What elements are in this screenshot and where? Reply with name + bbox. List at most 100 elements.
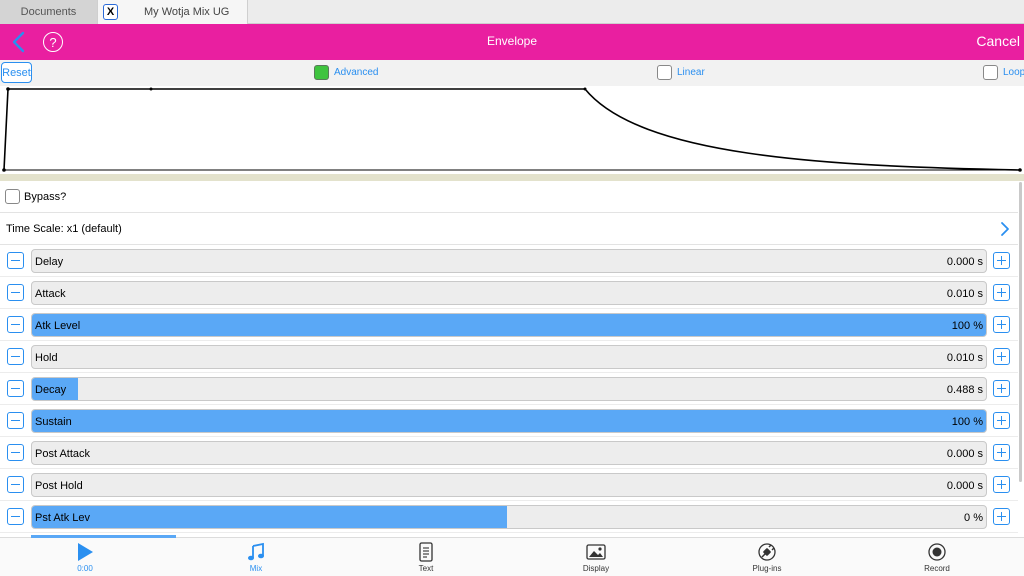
pst-atk-lev-slider[interactable]: Pst Atk Lev 0 % — [31, 505, 987, 529]
loop-checkbox[interactable]: Loop — [983, 65, 1024, 80]
text-tab-label: Text — [418, 564, 434, 573]
documents-tab[interactable]: Documents — [0, 0, 98, 24]
play-tab[interactable]: 0:00 — [45, 542, 125, 576]
help-button[interactable]: ? — [43, 32, 63, 52]
advanced-checkbox-box[interactable] — [314, 65, 329, 80]
decrement-button[interactable] — [7, 476, 24, 493]
linear-checkbox-box[interactable] — [657, 65, 672, 80]
increment-button[interactable] — [993, 284, 1010, 301]
envelope-curve — [2, 87, 1022, 172]
envelope-node[interactable] — [583, 87, 587, 91]
bypass-row[interactable]: Bypass? — [0, 181, 1018, 213]
cancel-button[interactable]: Cancel — [976, 33, 1020, 49]
next-row-peek — [31, 535, 176, 538]
attack-slider[interactable]: Attack 0.010 s — [31, 281, 987, 305]
music-note-icon — [248, 542, 264, 561]
display-tab-label: Display — [582, 564, 610, 573]
page-title: Envelope — [486, 34, 538, 48]
slider-fill — [32, 506, 508, 528]
hold-slider[interactable]: Hold 0.010 s — [31, 345, 987, 369]
param-value: 0 % — [964, 512, 983, 524]
mix-tab[interactable]: Mix — [216, 542, 296, 576]
increment-button[interactable] — [993, 252, 1010, 269]
decrement-button[interactable] — [7, 508, 24, 525]
increment-button[interactable] — [993, 508, 1010, 525]
param-value: 0.010 s — [946, 288, 983, 300]
display-tab[interactable]: Display — [556, 542, 636, 576]
play-time-label: 0:00 — [77, 564, 93, 573]
decrement-button[interactable] — [7, 316, 24, 333]
param-value: 0.010 s — [946, 352, 983, 364]
linear-checkbox[interactable]: Linear — [657, 65, 705, 80]
loop-label: Loop — [1003, 67, 1024, 78]
record-tab[interactable]: Record — [897, 542, 977, 576]
decrement-button[interactable] — [7, 348, 24, 365]
time-scale-row[interactable]: Time Scale: x1 (default) — [0, 213, 1018, 245]
play-icon — [78, 543, 93, 561]
envelope-node[interactable] — [2, 168, 6, 172]
mix-document-tab[interactable]: X My Wotja Mix UG — [98, 0, 248, 24]
mix-tab-label: Mix — [249, 564, 263, 573]
param-label: Decay — [35, 384, 67, 396]
increment-button[interactable] — [993, 444, 1010, 461]
decrement-button[interactable] — [7, 412, 24, 429]
param-row-hold: Hold 0.010 s — [0, 341, 1018, 373]
chevron-right-icon[interactable] — [1000, 221, 1010, 237]
increment-button[interactable] — [993, 412, 1010, 429]
graph-divider — [0, 174, 1024, 181]
bypass-checkbox[interactable] — [5, 189, 20, 204]
param-row-delay: Delay 0.000 s — [0, 245, 1018, 277]
param-label: Delay — [35, 256, 64, 268]
close-tab-button[interactable]: X — [103, 4, 118, 20]
envelope-node[interactable] — [6, 87, 10, 91]
text-tab[interactable]: Text — [386, 542, 466, 576]
param-value: 100 % — [951, 416, 983, 428]
slider-fill — [32, 314, 986, 336]
param-label: Pst Atk Lev — [35, 512, 91, 524]
increment-button[interactable] — [993, 316, 1010, 333]
param-label: Atk Level — [35, 320, 81, 332]
param-label: Attack — [35, 288, 66, 300]
delay-slider[interactable]: Delay 0.000 s — [31, 249, 987, 273]
plugins-tab[interactable]: Plug-ins — [727, 542, 807, 576]
param-row-atk-level: Atk Level 100 % — [0, 309, 1018, 341]
scrollbar[interactable] — [1019, 182, 1022, 482]
envelope-graph[interactable] — [0, 86, 1024, 176]
envelope-node[interactable] — [1018, 168, 1022, 172]
decay-slider[interactable]: Decay 0.488 s — [31, 377, 987, 401]
param-value: 0.000 s — [946, 256, 983, 268]
image-icon — [586, 544, 606, 560]
post-hold-slider[interactable]: Post Hold 0.000 s — [31, 473, 987, 497]
param-value: 0.488 s — [946, 384, 983, 396]
decrement-button[interactable] — [7, 380, 24, 397]
decrement-button[interactable] — [7, 284, 24, 301]
record-icon — [928, 543, 946, 561]
param-label: Sustain — [35, 416, 72, 428]
decrement-button[interactable] — [7, 252, 24, 269]
help-icon: ? — [49, 34, 57, 50]
document-icon — [419, 542, 433, 562]
plug-icon — [758, 543, 776, 561]
envelope-toolbar: Reset Advanced Linear Loop — [0, 60, 1024, 86]
envelope-node[interactable] — [149, 87, 153, 91]
tab-title: My Wotja Mix UG — [144, 6, 230, 18]
document-tab-bar: Documents X My Wotja Mix UG — [0, 0, 1024, 24]
atk-level-slider[interactable]: Atk Level 100 % — [31, 313, 987, 337]
param-row-post-attack: Post Attack 0.000 s — [0, 437, 1018, 469]
reset-button[interactable]: Reset — [1, 62, 32, 83]
param-value: 0.000 s — [946, 480, 983, 492]
sustain-slider[interactable]: Sustain 100 % — [31, 409, 987, 433]
back-chevron-icon[interactable] — [10, 30, 28, 54]
plugins-tab-label: Plug-ins — [752, 564, 782, 573]
record-tab-label: Record — [924, 564, 950, 573]
increment-button[interactable] — [993, 348, 1010, 365]
increment-button[interactable] — [993, 380, 1010, 397]
advanced-checkbox[interactable]: Advanced — [314, 65, 378, 80]
decrement-button[interactable] — [7, 444, 24, 461]
increment-button[interactable] — [993, 476, 1010, 493]
post-attack-slider[interactable]: Post Attack 0.000 s — [31, 441, 987, 465]
loop-checkbox-box[interactable] — [983, 65, 998, 80]
bypass-label: Bypass? — [24, 191, 67, 203]
advanced-label: Advanced — [334, 67, 379, 78]
param-label: Hold — [35, 352, 58, 364]
